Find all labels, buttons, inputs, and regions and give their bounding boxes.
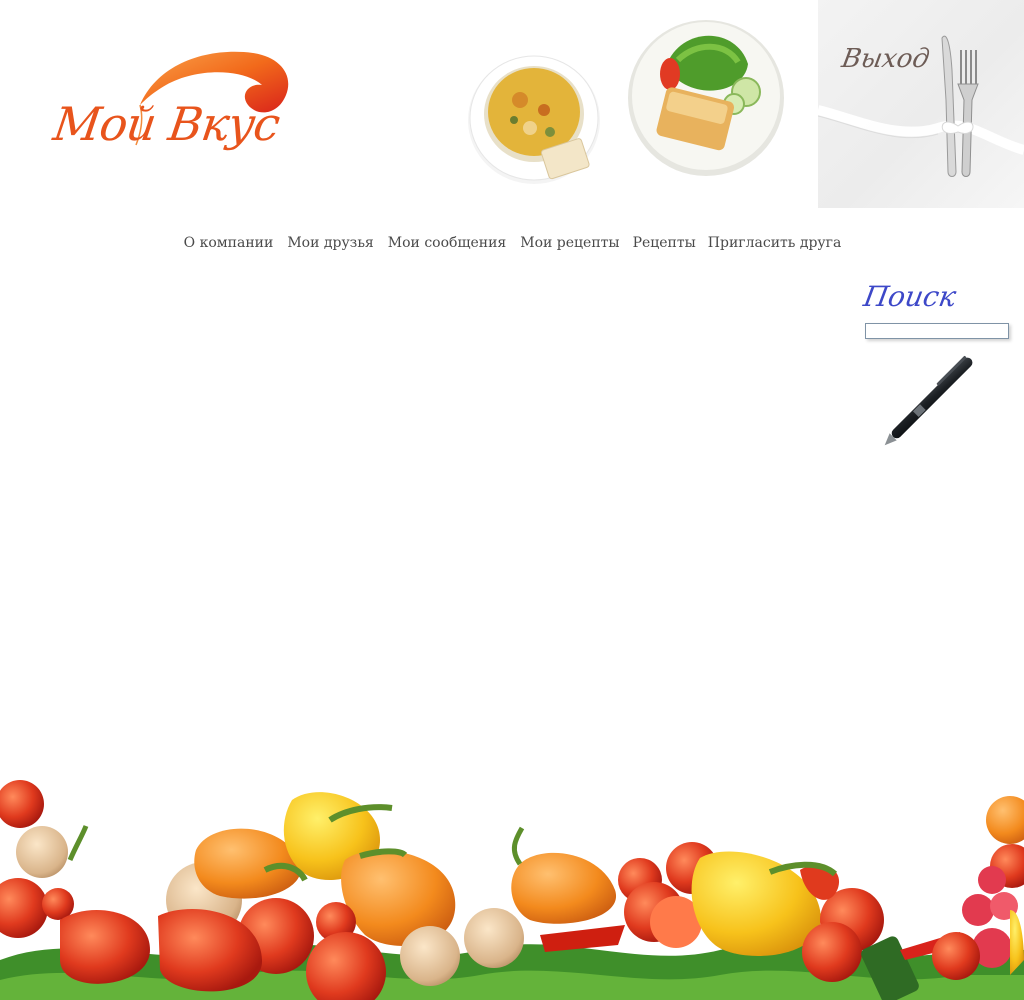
pen-icon: [870, 350, 980, 464]
nav-item-friends[interactable]: Мои друзья: [280, 233, 380, 253]
nav-item-invite-friend[interactable]: Пригласить друга: [702, 233, 848, 253]
logo-text: Мой Вкус: [50, 97, 283, 151]
soup-bowl-icon: [464, 48, 604, 192]
cutlery-ribbon-icon: [818, 35, 1024, 177]
nav-item-my-recipes[interactable]: Мои рецепты: [513, 233, 626, 253]
site-logo[interactable]: Мой Вкус: [48, 45, 298, 185]
salad-plate-icon: [626, 16, 786, 182]
main-nav: О компании Мои друзья Мои сообщения Мои …: [0, 233, 1024, 253]
nav-item-recipes[interactable]: Рецепты: [627, 233, 702, 253]
nav-item-about[interactable]: О компании: [177, 233, 281, 253]
search-title: Поиск: [861, 280, 959, 313]
search-input[interactable]: [865, 323, 1009, 339]
vegetables-icon: [0, 760, 1024, 1000]
nav-item-messages[interactable]: Мои сообщения: [381, 233, 513, 253]
exit-button[interactable]: Выход: [818, 0, 1024, 208]
